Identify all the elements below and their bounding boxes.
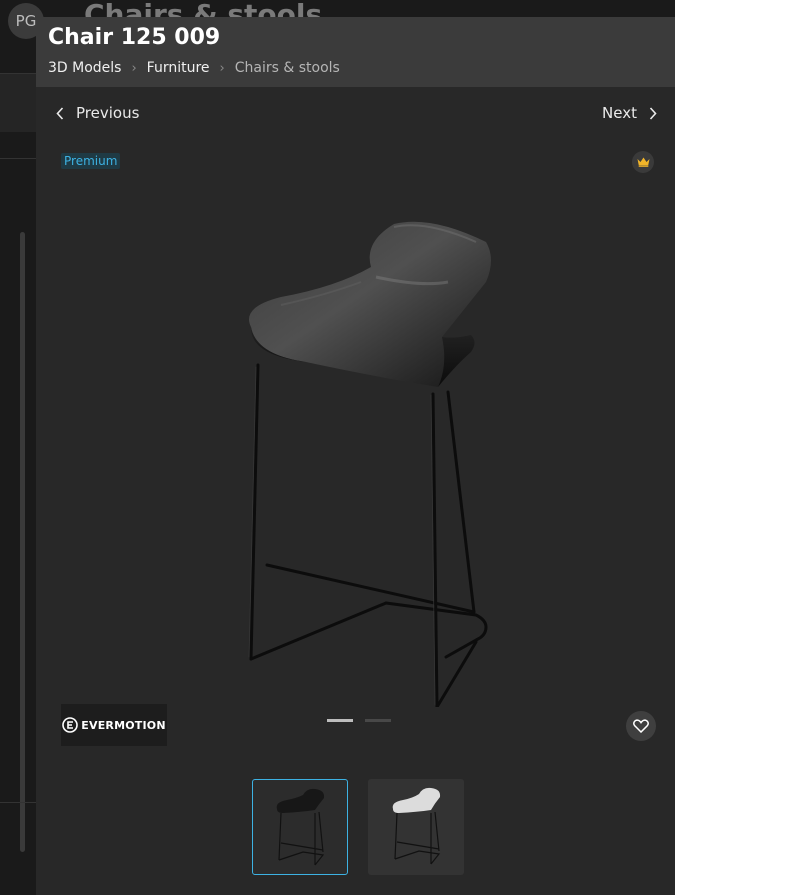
next-label: Next — [602, 104, 637, 122]
background-scrollbar[interactable] — [20, 232, 25, 852]
premium-crown — [632, 151, 654, 173]
chevron-left-icon — [56, 106, 64, 120]
white-stool-thumbnail-image — [392, 787, 441, 865]
previous-button[interactable]: Previous — [56, 104, 139, 122]
background-sidebar-item — [0, 74, 36, 132]
crown-icon — [637, 157, 649, 167]
breadcrumb-3d-models[interactable]: 3D Models — [48, 60, 121, 76]
breadcrumb-furniture[interactable]: Furniture — [147, 60, 210, 76]
slide-indicator — [327, 719, 391, 722]
slide-dot-2[interactable] — [365, 719, 391, 722]
background-divider — [0, 802, 36, 803]
product-preview-image[interactable] — [186, 187, 536, 707]
heart-icon — [633, 719, 649, 733]
slide-dot-1[interactable] — [327, 719, 353, 722]
breadcrumb-separator: › — [131, 60, 137, 76]
evermotion-logo: EVERMOTION — [61, 704, 167, 746]
background-divider — [0, 158, 36, 159]
premium-badge: Premium — [61, 153, 121, 169]
black-stool-thumbnail-image — [276, 788, 325, 866]
thumbnail-black-stool[interactable] — [252, 779, 348, 875]
thumbnail-white-stool[interactable] — [368, 779, 464, 875]
previous-label: Previous — [76, 104, 140, 122]
breadcrumb: 3D Models › Furniture › Chairs & stools — [48, 60, 340, 76]
evermotion-emblem-icon — [62, 717, 79, 733]
favorite-button[interactable] — [626, 711, 656, 741]
product-title: Chair 125 009 — [48, 25, 221, 50]
product-modal: Chair 125 009 3D Models › Furniture › Ch… — [36, 17, 675, 895]
chevron-right-icon — [649, 106, 657, 120]
breadcrumb-separator: › — [219, 60, 225, 76]
brand-name: EVERMOTION — [81, 718, 166, 732]
next-button[interactable]: Next — [602, 104, 657, 122]
breadcrumb-chairs-stools[interactable]: Chairs & stools — [235, 60, 340, 76]
modal-header: Chair 125 009 3D Models › Furniture › Ch… — [36, 17, 675, 87]
